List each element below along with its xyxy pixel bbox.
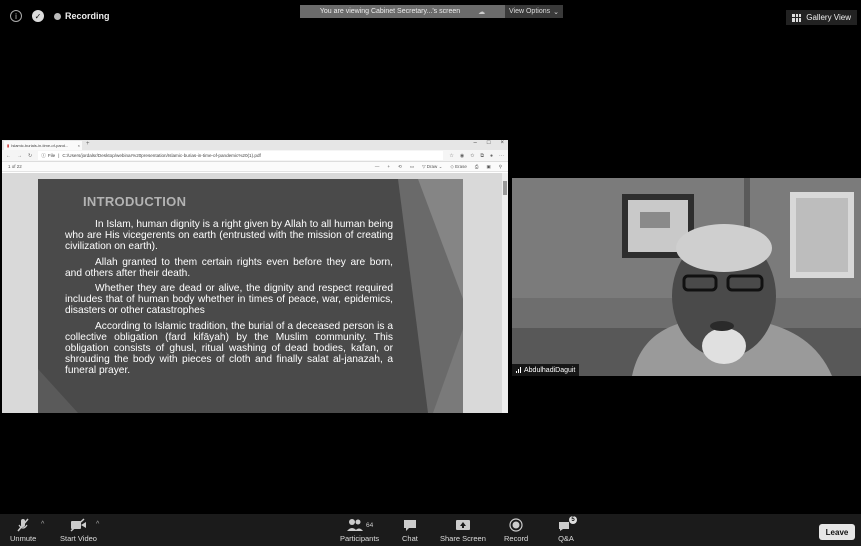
print-icon[interactable]: ⎙ <box>475 164 479 169</box>
back-icon[interactable]: ← <box>6 153 11 159</box>
forward-icon[interactable]: → <box>17 153 22 159</box>
slide-paragraph: Allah granted to them certain rights eve… <box>65 256 393 279</box>
view-options-button[interactable]: View Options ⌄ <box>505 5 563 18</box>
record-label: Record <box>504 534 529 543</box>
address-bar: ← → ↻ ⓘ File | C:/Users/jordalsr/Desktop… <box>2 150 508 162</box>
record-dot-icon <box>54 12 61 20</box>
unmute-label: Unmute <box>10 534 37 543</box>
qa-badge: 5 <box>569 516 577 524</box>
slide-paragraph: In Islam, human dignity is a right given… <box>65 219 393 253</box>
save-icon[interactable]: ▣ <box>486 164 490 170</box>
participant-video[interactable]: AbdulhadiDaguit <box>512 178 861 376</box>
recording-label: Recording <box>65 11 110 21</box>
erase-button[interactable]: ◇ Erase <box>450 164 466 170</box>
pdf-icon: ▮ <box>7 143 10 148</box>
participant-name: AbdulhadiDaguit <box>524 366 576 374</box>
url-text: C:/Users/jordalsr/Desktop/webinar%20pres… <box>62 153 261 158</box>
camera-off-icon <box>69 516 87 534</box>
chat-label: Chat <box>402 534 418 543</box>
chat-icon <box>403 516 417 534</box>
window-controls: – □ × <box>474 140 504 146</box>
slide-page: INTRODUCTION In Islam, human dignity is … <box>38 179 463 413</box>
qa-label: Q&A <box>558 534 574 543</box>
start-video-button[interactable]: Start Video <box>60 516 97 543</box>
start-video-label: Start Video <box>60 534 97 543</box>
meeting-toolbar: Unmute ^ Start Video ^ 64 Participants C… <box>0 514 861 546</box>
fit-page-icon[interactable]: ▭ <box>410 164 414 170</box>
pdf-scroll-thumb[interactable] <box>503 181 507 195</box>
view-options-label: View Options <box>509 8 551 15</box>
top-left-status: i ✓ Recording <box>10 10 110 22</box>
qa-icon: 5 <box>558 516 577 534</box>
zoom-in-icon[interactable]: + <box>387 164 390 169</box>
share-screen-label: Share Screen <box>440 534 486 543</box>
profile-icon[interactable]: ● <box>490 153 493 159</box>
pdf-viewer[interactable]: INTRODUCTION In Islam, human dignity is … <box>2 173 508 413</box>
unmute-button[interactable]: Unmute <box>10 516 36 543</box>
shared-screen: ▮ Islamic-burials-in-time-of-pand... × +… <box>2 140 508 413</box>
share-screen-button[interactable]: Share Screen <box>440 516 486 543</box>
chat-button[interactable]: Chat <box>402 516 418 543</box>
minimize-icon[interactable]: – <box>474 140 477 146</box>
record-button[interactable]: Record <box>504 516 528 543</box>
slide-paragraph: Whether they are dead or alive, the dign… <box>65 283 393 317</box>
audio-options-caret-icon[interactable]: ^ <box>41 521 44 528</box>
close-tab-icon[interactable]: × <box>78 143 80 148</box>
url-prefix: File <box>47 153 56 158</box>
collections-icon[interactable]: ⧉ <box>480 153 484 159</box>
gallery-view-button[interactable]: Gallery View <box>786 10 857 25</box>
close-window-icon[interactable]: × <box>500 140 504 146</box>
participants-button[interactable]: 64 Participants <box>340 516 379 543</box>
reload-icon[interactable]: ↻ <box>28 153 32 159</box>
video-frame <box>512 178 861 376</box>
info-icon[interactable]: i <box>10 10 22 22</box>
gallery-view-label: Gallery View <box>806 13 851 22</box>
info-circle-icon: ⓘ <box>41 152 46 158</box>
screen-share-banner: You are viewing Cabinet Secretary...'s s… <box>300 5 505 18</box>
pdf-scrollbar[interactable] <box>502 173 508 413</box>
extension-icon[interactable]: ◉ <box>460 153 464 159</box>
url-separator: | <box>58 153 60 158</box>
page-indicator: 1 of 22 <box>8 164 22 169</box>
top-bar: i ✓ Recording You are viewing Cabinet Se… <box>0 0 861 36</box>
browser-tab[interactable]: ▮ Islamic-burials-in-time-of-pand... × <box>4 141 82 150</box>
microphone-muted-icon <box>15 516 31 534</box>
draw-button[interactable]: ▽ Draw ⌄ <box>422 164 442 170</box>
pin-icon[interactable]: ⚲ <box>499 164 502 170</box>
record-icon <box>509 516 523 534</box>
leave-button[interactable]: Leave <box>819 524 855 540</box>
rotate-icon[interactable]: ⟲ <box>398 164 402 170</box>
share-screen-icon <box>455 516 471 534</box>
chevron-down-icon: ⌄ <box>553 8 559 16</box>
more-icon[interactable]: ··· <box>499 153 504 159</box>
shield-icon[interactable]: ✓ <box>32 10 44 22</box>
slide-title: INTRODUCTION <box>83 194 187 209</box>
participants-icon: 64 <box>346 516 373 534</box>
participant-name-label: AbdulhadiDaguit <box>512 364 580 376</box>
star-icon[interactable]: ☆ <box>449 153 453 159</box>
participants-count: 64 <box>365 521 374 529</box>
browser-tab-bar: ▮ Islamic-burials-in-time-of-pand... × +… <box>2 140 508 150</box>
tab-title: Islamic-burials-in-time-of-pand... <box>11 143 69 148</box>
favorites-icon[interactable]: ✩ <box>470 153 474 159</box>
video-options-caret-icon[interactable]: ^ <box>96 521 99 528</box>
qa-button[interactable]: 5 Q&A <box>558 516 577 543</box>
slide-body: In Islam, human dignity is a right given… <box>65 219 393 381</box>
url-field[interactable]: ⓘ File | C:/Users/jordalsr/Desktop/webin… <box>38 151 444 160</box>
recording-indicator[interactable]: Recording <box>54 11 110 21</box>
slide-paragraph: According to Islamic tradition, the buri… <box>65 320 393 377</box>
pdf-tools: — + ⟲ ▭ ▽ Draw ⌄ ◇ Erase ⎙ ▣ ⚲ <box>375 164 502 170</box>
banner-text: You are viewing Cabinet Secretary...'s s… <box>319 8 461 15</box>
signal-bars-icon <box>516 367 521 373</box>
grid-icon <box>792 13 802 22</box>
zoom-out-icon[interactable]: — <box>375 164 380 169</box>
maximize-icon[interactable]: □ <box>487 140 491 146</box>
new-tab-icon[interactable]: + <box>86 141 90 147</box>
cloud-icon: ☁ <box>478 8 486 16</box>
pdf-toolbar: 1 of 22 — + ⟲ ▭ ▽ Draw ⌄ ◇ Erase ⎙ ▣ ⚲ <box>2 162 508 172</box>
participants-label: Participants <box>340 534 380 543</box>
